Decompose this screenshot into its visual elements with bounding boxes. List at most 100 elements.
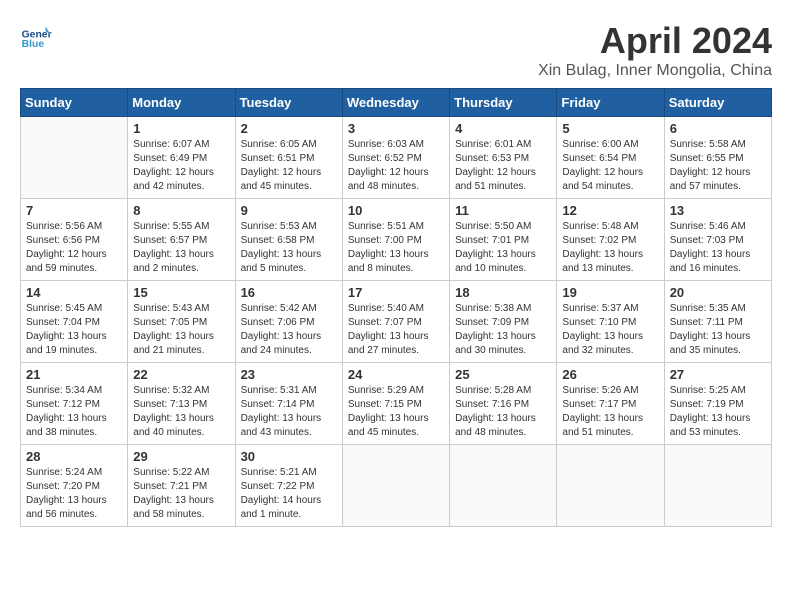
calendar-cell: 24Sunrise: 5:29 AM Sunset: 7:15 PM Dayli…	[342, 363, 449, 445]
day-number: 6	[670, 121, 766, 136]
day-info: Sunrise: 6:07 AM Sunset: 6:49 PM Dayligh…	[133, 138, 229, 194]
calendar-week-row: 14 Sunrise: 5:45 AM Sunset: 7:04 PM Dayli…	[21, 281, 772, 363]
day-info: Sunrise: 5:24 AM Sunset: 7:20 PM Dayligh…	[26, 466, 122, 522]
day-number: 4	[455, 121, 551, 136]
day-info: Sunrise: 5:32 AM Sunset: 7:13 PM Dayligh…	[133, 384, 229, 440]
day-number: 30	[241, 449, 337, 464]
calendar-cell: 22 Sunrise: 5:32 AM Sunset: 7:13 PM Dayli…	[128, 363, 235, 445]
day-number: 3	[348, 121, 444, 136]
calendar-cell: 15Sunrise: 5:43 AM Sunset: 7:05 PM Dayli…	[128, 281, 235, 363]
svg-text:Blue: Blue	[22, 39, 45, 50]
day-number: 24	[348, 367, 444, 382]
calendar-cell: 2Sunrise: 6:05 AM Sunset: 6:51 PM Daylig…	[235, 117, 342, 199]
day-number: 20	[670, 285, 766, 300]
calendar-cell: 30 Sunrise: 5:21 AM Sunset: 7:22 PM Dayli…	[235, 445, 342, 527]
day-info: Sunrise: 5:43 AM Sunset: 7:05 PM Dayligh…	[133, 302, 229, 358]
day-number: 23	[241, 367, 337, 382]
calendar-cell	[21, 117, 128, 199]
day-number: 25	[455, 367, 551, 382]
calendar-cell: 17 Sunrise: 5:40 AM Sunset: 7:07 PM Dayli…	[342, 281, 449, 363]
day-number: 28	[26, 449, 122, 464]
calendar-title: April 2024	[538, 20, 772, 62]
calendar-cell: 12 Sunrise: 5:48 AM Sunset: 7:02 PM Dayli…	[557, 199, 664, 281]
day-number: 11	[455, 203, 551, 218]
day-info: Sunrise: 5:22 AM Sunset: 7:21 PM Dayligh…	[133, 466, 229, 522]
day-info: Sunrise: 5:37 AM Sunset: 7:10 PM Dayligh…	[562, 302, 658, 358]
day-info: Sunrise: 5:42 AM Sunset: 7:06 PM Dayligh…	[241, 302, 337, 358]
day-info: Sunrise: 5:25 AM Sunset: 7:19 PM Dayligh…	[670, 384, 766, 440]
calendar-cell	[342, 445, 449, 527]
day-number: 9	[241, 203, 337, 218]
day-info: Sunrise: 5:45 AM Sunset: 7:04 PM Dayligh…	[26, 302, 122, 358]
day-number: 12	[562, 203, 658, 218]
day-number: 10	[348, 203, 444, 218]
calendar-cell: 28 Sunrise: 5:24 AM Sunset: 7:20 PM Dayli…	[21, 445, 128, 527]
calendar-cell: 25 Sunrise: 5:28 AM Sunset: 7:16 PM Dayli…	[450, 363, 557, 445]
day-number: 26	[562, 367, 658, 382]
day-info: Sunrise: 5:58 AM Sunset: 6:55 PM Dayligh…	[670, 138, 766, 194]
day-info: Sunrise: 5:21 AM Sunset: 7:22 PM Dayligh…	[241, 466, 337, 522]
day-info: Sunrise: 5:50 AM Sunset: 7:01 PM Dayligh…	[455, 220, 551, 276]
day-number: 5	[562, 121, 658, 136]
day-number: 16	[241, 285, 337, 300]
day-number: 13	[670, 203, 766, 218]
day-info: Sunrise: 5:34 AM Sunset: 7:12 PM Dayligh…	[26, 384, 122, 440]
calendar-cell: 21Sunrise: 5:34 AM Sunset: 7:12 PM Dayli…	[21, 363, 128, 445]
calendar-cell: 27 Sunrise: 5:25 AM Sunset: 7:19 PM Dayli…	[664, 363, 771, 445]
weekday-header: Friday	[557, 89, 664, 117]
day-info: Sunrise: 6:05 AM Sunset: 6:51 PM Dayligh…	[241, 138, 337, 194]
day-info: Sunrise: 5:53 AM Sunset: 6:58 PM Dayligh…	[241, 220, 337, 276]
logo: General Blue	[20, 20, 54, 52]
logo-icon: General Blue	[20, 20, 52, 52]
day-info: Sunrise: 6:03 AM Sunset: 6:52 PM Dayligh…	[348, 138, 444, 194]
calendar-table: SundayMondayTuesdayWednesdayThursdayFrid…	[20, 88, 772, 527]
calendar-cell: 3 Sunrise: 6:03 AM Sunset: 6:52 PM Daylig…	[342, 117, 449, 199]
calendar-cell: 10 Sunrise: 5:51 AM Sunset: 7:00 PM Dayli…	[342, 199, 449, 281]
day-info: Sunrise: 5:46 AM Sunset: 7:03 PM Dayligh…	[670, 220, 766, 276]
weekday-header: Thursday	[450, 89, 557, 117]
day-number: 14	[26, 285, 122, 300]
day-info: Sunrise: 5:28 AM Sunset: 7:16 PM Dayligh…	[455, 384, 551, 440]
calendar-cell: 7Sunrise: 5:56 AM Sunset: 6:56 PM Daylig…	[21, 199, 128, 281]
day-info: Sunrise: 5:38 AM Sunset: 7:09 PM Dayligh…	[455, 302, 551, 358]
day-number: 8	[133, 203, 229, 218]
day-number: 1	[133, 121, 229, 136]
calendar-cell: 29 Sunrise: 5:22 AM Sunset: 7:21 PM Dayli…	[128, 445, 235, 527]
day-number: 27	[670, 367, 766, 382]
weekday-header: Monday	[128, 89, 235, 117]
day-info: Sunrise: 6:00 AM Sunset: 6:54 PM Dayligh…	[562, 138, 658, 194]
calendar-cell: 23 Sunrise: 5:31 AM Sunset: 7:14 PM Dayli…	[235, 363, 342, 445]
calendar-week-row: 28 Sunrise: 5:24 AM Sunset: 7:20 PM Dayli…	[21, 445, 772, 527]
day-info: Sunrise: 5:40 AM Sunset: 7:07 PM Dayligh…	[348, 302, 444, 358]
calendar-cell: 11 Sunrise: 5:50 AM Sunset: 7:01 PM Dayli…	[450, 199, 557, 281]
calendar-cell: 13 Sunrise: 5:46 AM Sunset: 7:03 PM Dayli…	[664, 199, 771, 281]
calendar-cell: 26Sunrise: 5:26 AM Sunset: 7:17 PM Dayli…	[557, 363, 664, 445]
day-number: 22	[133, 367, 229, 382]
calendar-cell	[450, 445, 557, 527]
calendar-body: 1 Sunrise: 6:07 AM Sunset: 6:49 PM Daylig…	[21, 117, 772, 527]
day-info: Sunrise: 5:48 AM Sunset: 7:02 PM Dayligh…	[562, 220, 658, 276]
day-info: Sunrise: 5:31 AM Sunset: 7:14 PM Dayligh…	[241, 384, 337, 440]
calendar-cell: 6 Sunrise: 5:58 AM Sunset: 6:55 PM Daylig…	[664, 117, 771, 199]
weekday-header: Sunday	[21, 89, 128, 117]
calendar-cell: 18 Sunrise: 5:38 AM Sunset: 7:09 PM Dayli…	[450, 281, 557, 363]
day-info: Sunrise: 5:55 AM Sunset: 6:57 PM Dayligh…	[133, 220, 229, 276]
page-header: General Blue April 2024 Xin Bulag, Inner…	[20, 20, 772, 80]
day-number: 17	[348, 285, 444, 300]
calendar-cell	[664, 445, 771, 527]
day-number: 7	[26, 203, 122, 218]
calendar-cell: 9 Sunrise: 5:53 AM Sunset: 6:58 PM Daylig…	[235, 199, 342, 281]
weekday-header: Saturday	[664, 89, 771, 117]
day-number: 29	[133, 449, 229, 464]
calendar-cell: 5 Sunrise: 6:00 AM Sunset: 6:54 PM Daylig…	[557, 117, 664, 199]
calendar-cell: 4Sunrise: 6:01 AM Sunset: 6:53 PM Daylig…	[450, 117, 557, 199]
calendar-subtitle: Xin Bulag, Inner Mongolia, China	[538, 62, 772, 80]
calendar-cell: 1 Sunrise: 6:07 AM Sunset: 6:49 PM Daylig…	[128, 117, 235, 199]
calendar-week-row: 7Sunrise: 5:56 AM Sunset: 6:56 PM Daylig…	[21, 199, 772, 281]
calendar-cell: 20Sunrise: 5:35 AM Sunset: 7:11 PM Dayli…	[664, 281, 771, 363]
day-number: 18	[455, 285, 551, 300]
day-info: Sunrise: 5:51 AM Sunset: 7:00 PM Dayligh…	[348, 220, 444, 276]
calendar-cell: 14 Sunrise: 5:45 AM Sunset: 7:04 PM Dayli…	[21, 281, 128, 363]
weekday-row: SundayMondayTuesdayWednesdayThursdayFrid…	[21, 89, 772, 117]
calendar-cell: 19Sunrise: 5:37 AM Sunset: 7:10 PM Dayli…	[557, 281, 664, 363]
